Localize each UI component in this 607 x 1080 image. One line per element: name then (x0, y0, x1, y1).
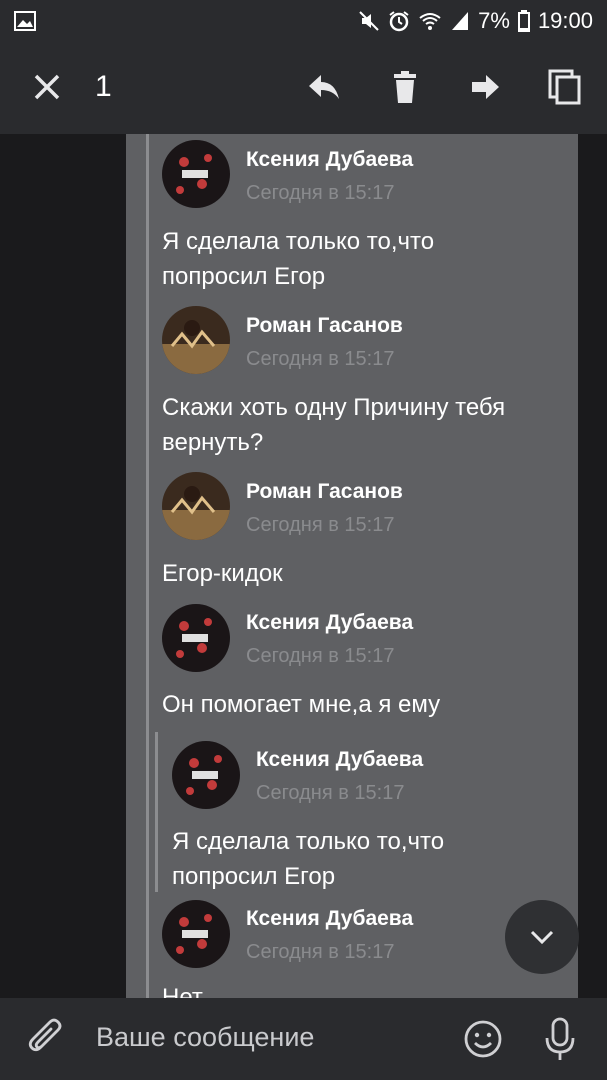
scroll-down-button[interactable] (505, 900, 579, 974)
wifi-icon (419, 13, 441, 30)
message-text: Скажи хоть одну Причину тебя вернуть? (162, 394, 506, 456)
message-text: Я сделала только то,что попросил Егор (162, 228, 435, 290)
forwarded-quote-bar (146, 134, 149, 998)
copy-icon[interactable] (547, 68, 585, 106)
signal-icon (452, 12, 469, 30)
alarm-icon (389, 11, 409, 32)
gallery-notification-icon (14, 11, 36, 31)
status-bar: 7% 19:00 (0, 0, 607, 42)
author-name[interactable]: Ксения Дубаева (246, 611, 413, 635)
battery-percent: 7% (478, 8, 510, 33)
mute-icon (359, 11, 379, 31)
avatar[interactable] (162, 140, 230, 208)
author-name[interactable]: Роман Гасанов (246, 480, 403, 504)
avatar[interactable] (162, 604, 230, 672)
author-name[interactable]: Ксения Дубаева (246, 907, 413, 931)
message-text: Егор-кидок (162, 560, 283, 587)
message-time: Сегодня в 15:17 (246, 514, 395, 536)
delete-icon[interactable] (386, 68, 424, 106)
forward-icon[interactable] (466, 68, 504, 106)
author-name[interactable]: Роман Гасанов (246, 314, 403, 338)
emoji-icon[interactable] (462, 1018, 504, 1060)
avatar[interactable] (162, 900, 230, 968)
avatar[interactable] (162, 472, 230, 540)
battery-icon (517, 10, 530, 32)
selection-toolbar: 1 (0, 42, 607, 134)
message-time: Сегодня в 15:17 (246, 182, 395, 204)
message-time: Сегодня в 15:17 (246, 941, 395, 963)
message-time: Сегодня в 15:17 (256, 782, 405, 804)
reply-icon[interactable] (305, 68, 343, 106)
message-input[interactable]: Ваше сообщение (96, 1022, 314, 1053)
message-time: Сегодня в 15:17 (246, 645, 395, 667)
message-time: Сегодня в 15:17 (246, 348, 395, 370)
selected-count: 1 (95, 70, 112, 103)
avatar[interactable] (172, 741, 240, 809)
author-name[interactable]: Ксения Дубаева (256, 748, 423, 772)
attach-icon[interactable] (26, 1018, 68, 1060)
message-list[interactable]: Ксения Дубаева Сегодня в 15:17 Я сделала… (0, 134, 607, 998)
clock: 19:00 (537, 8, 593, 33)
message-composer: Ваше сообщение (0, 998, 607, 1080)
nested-quote-bar (155, 732, 158, 892)
chevron-down-icon (530, 930, 554, 945)
microphone-icon[interactable] (540, 1016, 580, 1062)
message-text: Он помогает мне,а я ему (162, 691, 441, 718)
message-text: Нет (162, 984, 203, 998)
avatar[interactable] (162, 306, 230, 374)
message-text: Я сделала только то,что попросил Егор (172, 828, 445, 890)
close-icon[interactable] (30, 70, 64, 104)
author-name[interactable]: Ксения Дубаева (246, 148, 413, 172)
